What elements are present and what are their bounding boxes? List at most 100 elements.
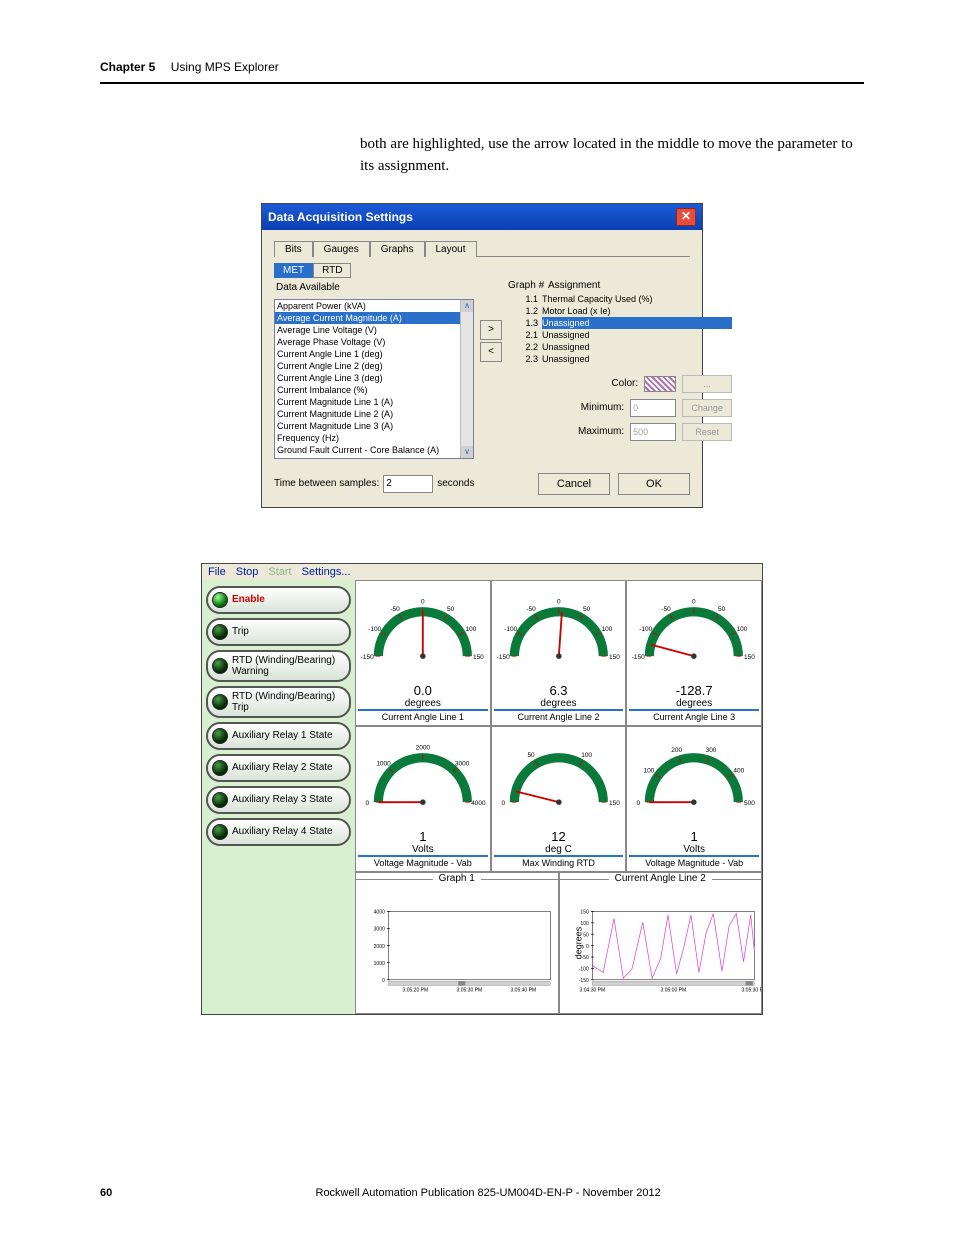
gauge-unit: Volts	[358, 844, 488, 855]
svg-text:100: 100	[601, 626, 612, 633]
svg-text:100: 100	[581, 751, 592, 758]
bit-indicator[interactable]: Auxiliary Relay 2 State	[206, 754, 351, 782]
assignment-value: Unassigned	[542, 329, 732, 341]
menu-settings[interactable]: Settings...	[302, 566, 351, 578]
available-item[interactable]: Average Current Magnitude (A)	[275, 312, 473, 324]
change-button[interactable]: Change	[682, 399, 732, 417]
svg-text:0: 0	[421, 598, 425, 605]
svg-text:100: 100	[644, 767, 655, 774]
tab-gauges[interactable]: Gauges	[313, 241, 370, 257]
available-item[interactable]: Average Phase Voltage (V)	[275, 336, 473, 348]
available-item[interactable]: Ground Fault Current - Core Balance (A)	[275, 444, 473, 456]
graph2-plot: 150100500-50-100-150 3:04:30 PM3:05:00 P…	[560, 891, 762, 1011]
svg-text:3:05:30 PM: 3:05:30 PM	[741, 987, 761, 993]
led-icon	[212, 592, 228, 608]
bit-indicator[interactable]: RTD (Winding/Bearing) Trip	[206, 686, 351, 718]
gauge-dial: -150-100-50050100150	[358, 583, 488, 683]
time-unit: seconds	[437, 478, 474, 489]
available-item[interactable]: Current Angle Line 1 (deg)	[275, 348, 473, 360]
assignment-row[interactable]: 2.1Unassigned	[508, 329, 732, 341]
gauge-cell: 0100200300400500 1 Volts Voltage Magnitu…	[626, 726, 762, 872]
available-item[interactable]: Current Angle Line 3 (deg)	[275, 372, 473, 384]
reset-button[interactable]: Reset	[682, 423, 732, 441]
page-number: 60	[100, 1187, 112, 1199]
gauge-title: Max Winding RTD	[494, 855, 624, 869]
svg-text:0: 0	[365, 799, 369, 806]
tab-graphs[interactable]: Graphs	[370, 241, 425, 257]
available-item[interactable]: Current Imbalance (%)	[275, 384, 473, 396]
svg-text:200: 200	[672, 747, 683, 754]
bit-indicator[interactable]: Enable	[206, 586, 351, 614]
bit-indicator[interactable]: Trip	[206, 618, 351, 646]
gauge-unit: degrees	[494, 698, 624, 709]
assignment-row[interactable]: 2.2Unassigned	[508, 341, 732, 353]
graph2-ylabel: degrees	[573, 926, 583, 959]
assignment-row[interactable]: 1.3Unassigned	[508, 317, 732, 329]
assignment-value: Thermal Capacity Used (%)	[542, 293, 732, 305]
available-item[interactable]: Frequency (Hz)	[275, 432, 473, 444]
tab-bits[interactable]: Bits	[274, 241, 313, 257]
available-item[interactable]: Current Magnitude Line 2 (A)	[275, 408, 473, 420]
available-item[interactable]: Current Magnitude Line 1 (A)	[275, 396, 473, 408]
ok-button[interactable]: OK	[618, 473, 690, 495]
gauge-value: 6.3	[494, 683, 624, 698]
assignment-num: 2.3	[508, 353, 542, 365]
svg-text:50: 50	[718, 605, 726, 612]
cancel-button[interactable]: Cancel	[538, 473, 610, 495]
graph1-title: Graph 1	[433, 873, 481, 884]
max-input[interactable]	[630, 423, 676, 441]
available-item[interactable]: Apparent Power (kVA)	[275, 300, 473, 312]
graph1-plot: 40003000200010000 3:05:20 PM3:05:30 PM3:…	[356, 891, 558, 1011]
assignment-row[interactable]: 1.2Motor Load (x Ie)	[508, 305, 732, 317]
svg-text:-100: -100	[640, 626, 653, 633]
gauge-value: 1	[358, 829, 488, 844]
assignment-row[interactable]: 2.3Unassigned	[508, 353, 732, 365]
assignment-row[interactable]: 1.1Thermal Capacity Used (%)	[508, 293, 732, 305]
listbox-scrollbar[interactable]: ∧ ∨	[460, 300, 473, 458]
svg-text:150: 150	[609, 653, 620, 660]
svg-text:50: 50	[447, 605, 455, 612]
available-item[interactable]: Current Angle Line 2 (deg)	[275, 360, 473, 372]
close-button[interactable]: ✕	[676, 208, 696, 226]
available-item[interactable]: Current Magnitude Line 3 (A)	[275, 420, 473, 432]
available-item[interactable]: Ground Fault Current - Core Balance Angl…	[275, 456, 473, 459]
svg-text:-50: -50	[390, 605, 400, 612]
assignment-num: 1.3	[508, 317, 542, 329]
bit-indicator[interactable]: Auxiliary Relay 1 State	[206, 722, 351, 750]
bit-indicator[interactable]: RTD (Winding/Bearing) Warning	[206, 650, 351, 682]
menu-file[interactable]: File	[208, 566, 226, 578]
gauge-title: Current Angle Line 1	[358, 709, 488, 723]
move-right-button[interactable]: >	[480, 320, 502, 340]
move-left-button[interactable]: <	[480, 342, 502, 362]
color-swatch[interactable]	[644, 376, 676, 392]
assignment-label: Assignment	[548, 280, 600, 291]
svg-text:100: 100	[737, 626, 748, 633]
subtab-met[interactable]: MET	[274, 263, 313, 278]
scroll-down-icon[interactable]: ∨	[461, 446, 473, 458]
assignment-value: Unassigned	[542, 341, 732, 353]
bit-indicator[interactable]: Auxiliary Relay 4 State	[206, 818, 351, 846]
available-listbox[interactable]: Apparent Power (kVA)Average Current Magn…	[274, 299, 474, 459]
bit-sidebar: Enable Trip RTD (Winding/Bearing) Warning R…	[202, 580, 355, 1014]
bit-label: RTD (Winding/Bearing) Warning	[232, 655, 343, 677]
menubar: File Stop Start Settings...	[202, 564, 762, 580]
max-label: Maximum:	[578, 426, 624, 437]
menu-stop[interactable]: Stop	[236, 566, 259, 578]
min-input[interactable]	[630, 399, 676, 417]
mps-explorer-window: File Stop Start Settings... Enable Trip RT…	[201, 563, 763, 1015]
svg-text:4000: 4000	[374, 909, 385, 915]
time-input[interactable]	[383, 475, 433, 493]
subtab-rtd[interactable]: RTD	[313, 263, 351, 278]
menu-start[interactable]: Start	[268, 566, 291, 578]
assignment-list[interactable]: 1.1Thermal Capacity Used (%)1.2Motor Loa…	[508, 293, 732, 365]
color-pick-button[interactable]: ...	[682, 375, 732, 393]
gauge-title: Current Angle Line 2	[494, 709, 624, 723]
bit-indicator[interactable]: Auxiliary Relay 3 State	[206, 786, 351, 814]
svg-text:4000: 4000	[471, 799, 486, 806]
available-item[interactable]: Average Line Voltage (V)	[275, 324, 473, 336]
scroll-up-icon[interactable]: ∧	[461, 300, 473, 312]
gauge-dial: 01000200030004000	[358, 729, 488, 829]
assignment-value: Unassigned	[542, 353, 732, 365]
tab-layout[interactable]: Layout	[425, 241, 477, 257]
assignment-num: 1.1	[508, 293, 542, 305]
